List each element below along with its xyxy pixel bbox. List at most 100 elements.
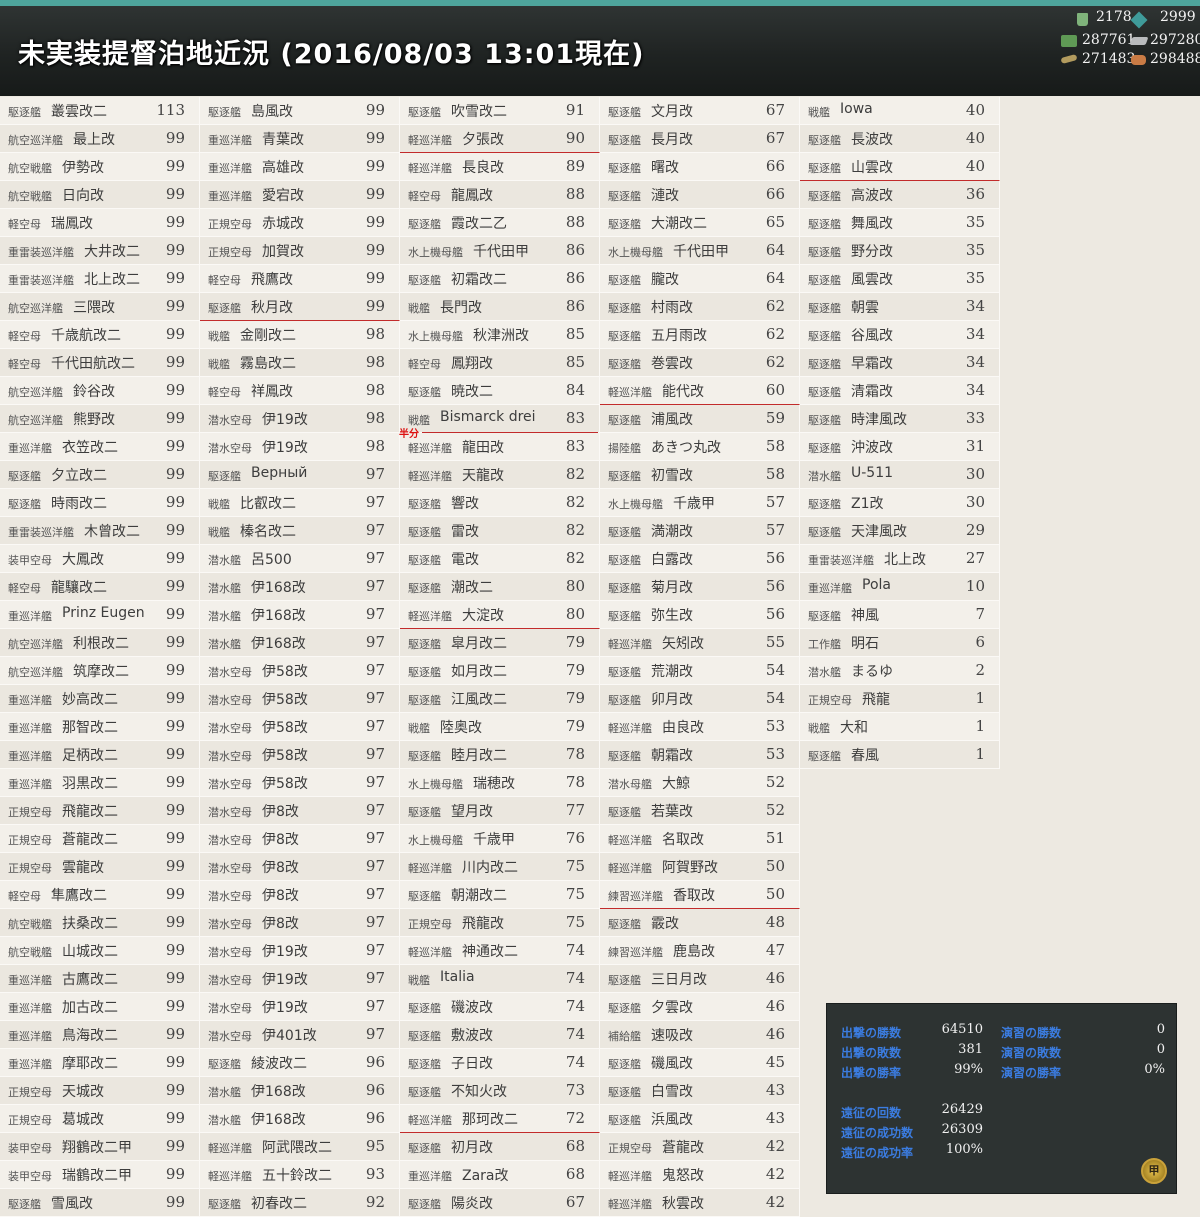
ship-name: 伊401改 xyxy=(262,1028,317,1044)
ship-type: 駆逐艦 xyxy=(808,190,841,203)
ship-name: 伊8改 xyxy=(262,804,299,820)
ship-type: 駆逐艦 xyxy=(408,498,441,511)
ship-level: 99 xyxy=(165,605,185,623)
ship-type: 重雷装巡洋艦 xyxy=(8,526,74,539)
ship-type: 駆逐艦 xyxy=(608,358,641,371)
ship-level: 83 xyxy=(565,409,585,427)
ship-level: 99 xyxy=(165,185,185,203)
ship-name: 秋月改 xyxy=(251,300,293,316)
ship-type: 重巡洋艦 xyxy=(8,610,52,623)
ship-level: 99 xyxy=(165,269,185,287)
ship-level: 92 xyxy=(365,1193,385,1211)
ship-level: 98 xyxy=(365,381,385,399)
ship-row: 軽巡洋艦 阿賀野改 50 xyxy=(600,853,800,881)
ship-name: 長良改 xyxy=(462,160,504,176)
ship-level: 99 xyxy=(165,1137,185,1155)
ship-level: 97 xyxy=(365,1025,385,1043)
ship-name: 霧島改二 xyxy=(240,356,296,372)
ship-name: 春風 xyxy=(851,748,879,764)
ship-row: 練習巡洋艦 鹿島改 47 xyxy=(600,937,800,965)
ship-level: 35 xyxy=(965,213,985,231)
ship-type: 装甲空母 xyxy=(8,554,52,567)
ship-name: 巻雲改 xyxy=(651,356,693,372)
ship-level: 99 xyxy=(165,465,185,483)
ship-level: 96 xyxy=(365,1109,385,1127)
ship-type: 駆逐艦 xyxy=(408,582,441,595)
ship-row: 揚陸艦 あきつ丸改 58 xyxy=(600,433,800,461)
ship-type: 駆逐艦 xyxy=(408,274,441,287)
ship-name: 若葉改 xyxy=(651,804,693,820)
ship-row: 重巡洋艦 Pola 10 xyxy=(800,573,1000,601)
ship-name: 祥鳳改 xyxy=(251,384,293,400)
ship-type: 水上機母艦 xyxy=(608,246,663,259)
ship-row: 正規空母 葛城改 99 xyxy=(0,1105,200,1133)
ship-type: 潜水空母 xyxy=(208,946,252,959)
ship-name: 暁改二 xyxy=(451,384,493,400)
ship-level: 57 xyxy=(765,493,785,511)
ship-type: 駆逐艦 xyxy=(608,330,641,343)
ship-name: 筑摩改二 xyxy=(73,664,129,680)
ship-level: 53 xyxy=(765,717,785,735)
ship-name: 白雪改 xyxy=(651,1084,693,1100)
ship-row: 軽空母 鳳翔改 85 xyxy=(400,349,600,377)
ship-level: 98 xyxy=(365,409,385,427)
exercise-wins-label: 演習の勝数 xyxy=(1001,1026,1062,1040)
ship-row: 潜水艦 伊168改 97 xyxy=(200,629,400,657)
ship-level: 99 xyxy=(165,1053,185,1071)
ship-level: 77 xyxy=(565,801,585,819)
ship-row: 重巡洋艦 Prinz Eugen 99 xyxy=(0,601,200,629)
ship-level: 66 xyxy=(765,185,785,203)
ship-level: 79 xyxy=(565,689,585,707)
ship-row: 正規空母 加賀改 99 xyxy=(200,237,400,265)
ship-type: 正規空母 xyxy=(8,862,52,875)
ship-name: 磯風改 xyxy=(651,1056,693,1072)
expedition-rate-value: 100% xyxy=(945,1142,983,1157)
ship-name: 伊19改 xyxy=(262,944,308,960)
ship-name: 鳥海改二 xyxy=(62,1028,118,1044)
ship-row: 駆逐艦 満潮改 57 xyxy=(600,517,800,545)
ship-row: 軽巡洋艦 由良改 53 xyxy=(600,713,800,741)
ship-name: 雷改 xyxy=(451,524,479,540)
ship-name: 山城改二 xyxy=(62,944,118,960)
ship-row: 駆逐艦 初春改二 92 xyxy=(200,1189,400,1217)
ship-level: 75 xyxy=(565,857,585,875)
ship-level: 43 xyxy=(765,1109,785,1127)
ship-level: 82 xyxy=(565,493,585,511)
ship-name: 時雨改二 xyxy=(51,496,107,512)
empty-cell xyxy=(800,769,1000,797)
ship-row: 駆逐艦 時津風改 33 xyxy=(800,405,1000,433)
ship-row: 駆逐艦 島風改 99 xyxy=(200,97,400,125)
ship-level: 50 xyxy=(765,857,785,875)
ship-type: 駆逐艦 xyxy=(208,302,241,315)
ship-name: 綾波改二 xyxy=(251,1056,307,1072)
ship-row: 重巡洋艦 鳥海改二 99 xyxy=(0,1021,200,1049)
ship-name: 伊19改 xyxy=(262,972,308,988)
ship-row: 潜水空母 伊19改 98 xyxy=(200,405,400,433)
ship-name: 千代田甲 xyxy=(473,244,529,260)
ship-type: 潜水空母 xyxy=(208,974,252,987)
ship-type: 駆逐艦 xyxy=(408,1002,441,1015)
ship-type: 駆逐艦 xyxy=(608,554,641,567)
ship-level: 78 xyxy=(565,773,585,791)
ship-row: 重雷装巡洋艦 北上改 27 xyxy=(800,545,1000,573)
ship-level: 31 xyxy=(965,437,985,455)
ship-type: 駆逐艦 xyxy=(408,694,441,707)
ship-row: 軽巡洋艦 能代改 60 xyxy=(600,377,800,405)
ship-type: 駆逐艦 xyxy=(808,218,841,231)
ship-name: 隼鷹改二 xyxy=(51,888,107,904)
ship-level: 84 xyxy=(565,381,585,399)
bauxite-icon xyxy=(1131,55,1146,65)
ship-name: 伊58改 xyxy=(262,720,308,736)
ship-level: 97 xyxy=(365,801,385,819)
ship-name: 霞改二乙 xyxy=(451,216,507,232)
ship-level: 98 xyxy=(365,437,385,455)
ship-name: 蒼龍改 xyxy=(662,1140,704,1156)
ship-type: 軽空母 xyxy=(408,190,441,203)
ship-type: 駆逐艦 xyxy=(408,666,441,679)
ship-row: 戦艦 比叡改二 97 xyxy=(200,489,400,517)
ship-type: 水上機母艦 xyxy=(408,330,463,343)
ship-row: 正規空母 飛龍 1 xyxy=(800,685,1000,713)
ship-type: 航空巡洋艦 xyxy=(8,386,63,399)
ship-row: 正規空母 蒼龍改 42 xyxy=(600,1133,800,1161)
ship-type: 潜水艦 xyxy=(808,666,841,679)
